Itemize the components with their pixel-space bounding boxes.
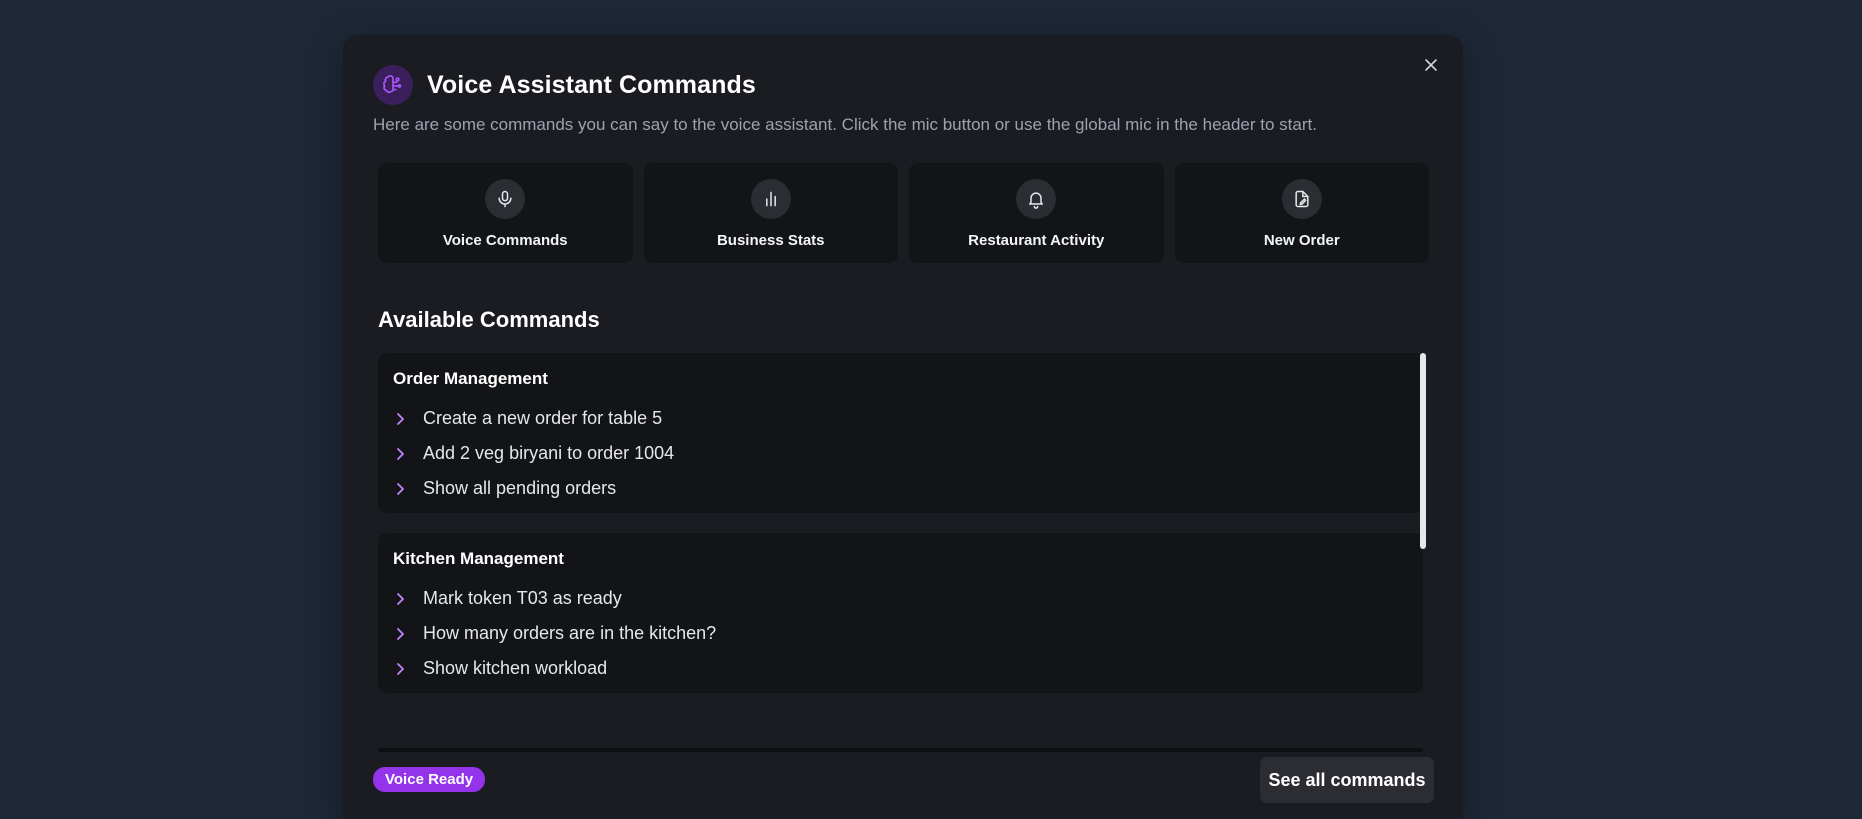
next-group-edge bbox=[378, 748, 1423, 752]
status-badge: Voice Ready bbox=[373, 767, 486, 792]
card-label: Restaurant Activity bbox=[968, 232, 1105, 249]
chevron-right-icon bbox=[393, 412, 409, 426]
command-text: Mark token T03 as ready bbox=[423, 588, 622, 608]
chevron-right-icon bbox=[393, 592, 409, 606]
command-item[interactable]: Add 2 veg biryani to order 1004 bbox=[393, 436, 1408, 471]
card-restaurant-activity[interactable]: Restaurant Activity bbox=[909, 163, 1164, 263]
command-item[interactable]: Show kitchen workload bbox=[393, 651, 1408, 686]
close-button[interactable] bbox=[1417, 51, 1445, 79]
modal-title: Voice Assistant Commands bbox=[427, 70, 756, 99]
file-edit-icon bbox=[1281, 179, 1322, 219]
group-title: Order Management bbox=[393, 369, 548, 388]
quick-action-cards: Voice Commands Business Stats Restaurant… bbox=[378, 163, 1429, 263]
modal-subtitle: Here are some commands you can say to th… bbox=[373, 115, 1317, 134]
brain-icon bbox=[373, 65, 413, 105]
microphone-icon bbox=[485, 179, 526, 219]
section-title: Available Commands bbox=[378, 307, 600, 332]
close-icon bbox=[1425, 59, 1437, 71]
bell-icon bbox=[1016, 179, 1057, 219]
card-business-stats[interactable]: Business Stats bbox=[643, 163, 898, 263]
command-item[interactable]: Show all pending orders bbox=[393, 471, 1408, 506]
command-text: Create a new order for table 5 bbox=[423, 408, 663, 428]
card-label: Voice Commands bbox=[442, 232, 568, 249]
command-text: Show all pending orders bbox=[423, 478, 617, 498]
command-item[interactable]: How many orders are in the kitchen? bbox=[393, 616, 1408, 651]
card-voice-commands[interactable]: Voice Commands bbox=[378, 163, 633, 263]
command-group-order-management: Order Management Create a new order for … bbox=[378, 353, 1423, 513]
command-item[interactable]: Mark token T03 as ready bbox=[393, 581, 1408, 616]
bar-chart-icon bbox=[750, 179, 791, 219]
chevron-right-icon bbox=[393, 482, 409, 496]
scrollbar-thumb[interactable] bbox=[1420, 353, 1426, 549]
command-group-kitchen-management: Kitchen Management Mark token T03 as rea… bbox=[378, 533, 1423, 693]
group-title: Kitchen Management bbox=[393, 549, 564, 568]
chevron-right-icon bbox=[393, 627, 409, 641]
modal-header: Voice Assistant Commands bbox=[373, 65, 756, 105]
command-text: Add 2 veg biryani to order 1004 bbox=[423, 443, 675, 463]
chevron-right-icon bbox=[393, 662, 409, 676]
command-text: How many orders are in the kitchen? bbox=[423, 623, 717, 643]
commands-list[interactable]: Order Management Create a new order for … bbox=[378, 353, 1423, 753]
card-label: New Order bbox=[1263, 232, 1340, 249]
voice-commands-modal: Voice Assistant Commands Here are some c… bbox=[343, 35, 1463, 819]
card-label: Business Stats bbox=[716, 232, 825, 249]
command-item[interactable]: Create a new order for table 5 bbox=[393, 401, 1408, 436]
see-all-commands-button[interactable]: See all commands bbox=[1260, 757, 1434, 803]
command-text: Show kitchen workload bbox=[423, 658, 608, 678]
chevron-right-icon bbox=[393, 447, 409, 461]
commands-scrollbar[interactable] bbox=[1420, 353, 1426, 549]
card-new-order[interactable]: New Order bbox=[1174, 163, 1429, 263]
